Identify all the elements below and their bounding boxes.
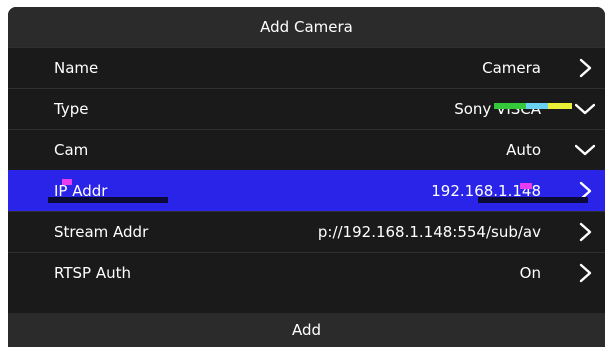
row-value: Sony VISCA [454, 100, 541, 118]
row-label: Cam [54, 141, 89, 159]
chevron-right-icon [575, 58, 595, 78]
row-value: Auto [506, 141, 541, 159]
row-label: RTSP Auth [54, 264, 131, 282]
row-value: Camera [482, 59, 541, 77]
glitch-artifact [526, 103, 548, 109]
row-rtsp-auth[interactable]: RTSP Auth On [8, 252, 605, 293]
add-button[interactable]: Add [8, 313, 605, 347]
glitch-artifact [548, 103, 572, 109]
chevron-right-icon [575, 222, 595, 242]
row-label: IP Addr [54, 182, 108, 200]
row-ip-addr[interactable]: IP Addr 192.168.1.148 [8, 170, 605, 211]
glitch-artifact [62, 179, 72, 185]
row-stream-addr[interactable]: Stream Addr p://192.168.1.148:554/sub/av [8, 211, 605, 252]
chevron-right-icon [575, 263, 595, 283]
add-camera-dialog: Add Camera Name Camera Type Sony VISCA C… [8, 7, 605, 347]
row-type[interactable]: Type Sony VISCA [8, 88, 605, 129]
row-label: Stream Addr [54, 223, 149, 241]
glitch-artifact [478, 197, 588, 203]
glitch-artifact [520, 183, 532, 189]
row-label: Type [54, 100, 89, 118]
row-label: Name [54, 59, 99, 77]
row-cam[interactable]: Cam Auto [8, 129, 605, 170]
chevron-down-icon [575, 99, 595, 119]
row-value: 192.168.1.148 [431, 182, 541, 200]
row-value: p://192.168.1.148:554/sub/av [317, 223, 541, 241]
row-name[interactable]: Name Camera [8, 47, 605, 88]
dialog-title: Add Camera [8, 7, 605, 47]
glitch-artifact [48, 197, 168, 203]
chevron-down-icon [575, 140, 595, 160]
row-value: On [519, 264, 541, 282]
glitch-artifact [494, 103, 526, 109]
